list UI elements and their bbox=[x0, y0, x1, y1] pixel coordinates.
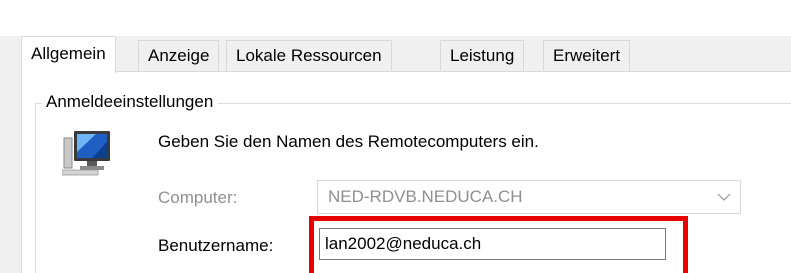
tab-allgemein[interactable]: Allgemein bbox=[21, 36, 116, 73]
title-area bbox=[0, 0, 791, 36]
group-title: Anmeldeeinstellungen bbox=[42, 91, 218, 113]
computer-value: NED-RDVB.NEDUCA.CH bbox=[328, 187, 523, 206]
username-field[interactable] bbox=[319, 228, 666, 260]
tab-leistung[interactable]: Leistung bbox=[440, 40, 525, 72]
group-description: Geben Sie den Namen des Remotecomputers … bbox=[158, 132, 539, 151]
remote-computer-icon bbox=[62, 131, 110, 176]
tab-erweitert[interactable]: Erweitert bbox=[543, 40, 631, 72]
username-label: Benutzername: bbox=[158, 236, 274, 255]
chevron-down-icon[interactable] bbox=[716, 190, 732, 204]
tab-lokale-ressourcen[interactable]: Lokale Ressourcen bbox=[226, 40, 392, 72]
tab-anzeige[interactable]: Anzeige bbox=[138, 40, 220, 72]
computer-label: Computer: bbox=[158, 188, 238, 207]
computer-combobox[interactable]: NED-RDVB.NEDUCA.CH bbox=[317, 180, 741, 214]
